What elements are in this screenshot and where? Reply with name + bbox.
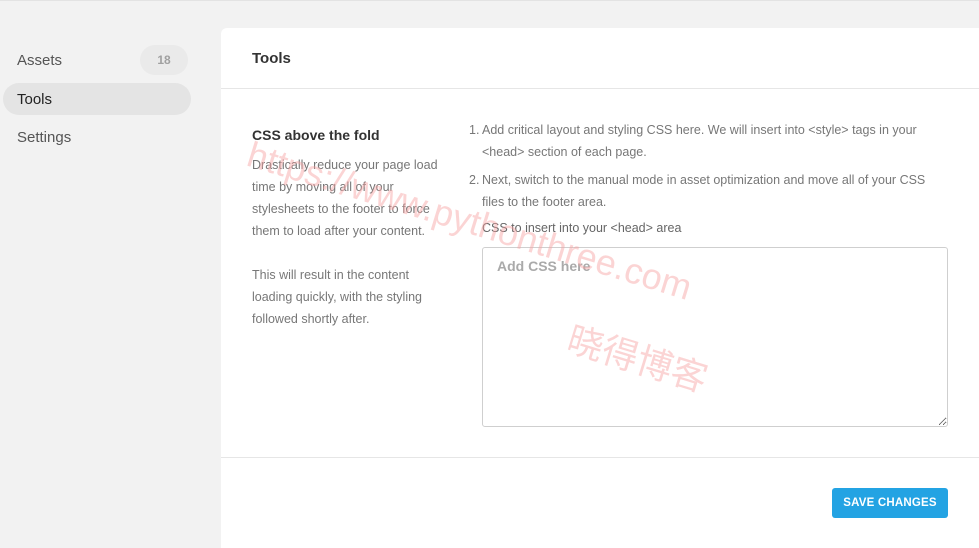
assets-count-badge: 18	[140, 45, 188, 75]
save-changes-button[interactable]: SAVE CHANGES	[832, 488, 948, 518]
step-number: 2.	[469, 173, 480, 187]
sidebar-item-settings[interactable]: Settings	[3, 121, 191, 153]
section-description: Drastically reduce your page load time b…	[252, 158, 438, 238]
sidebar-item-label: Tools	[17, 90, 53, 108]
list-item: 2. Next, switch to the manual mode in as…	[469, 169, 929, 213]
list-item: 1. Add critical layout and styling CSS h…	[469, 119, 929, 163]
css-input[interactable]	[482, 247, 948, 427]
section-title: CSS above the fold	[252, 127, 380, 143]
sidebar-item-label: Settings	[17, 128, 72, 146]
step-text: Add critical layout and styling CSS here…	[482, 123, 917, 159]
sidebar: Assets 18 Tools Settings	[0, 0, 210, 548]
page-title: Tools	[252, 50, 291, 67]
sidebar-item-label: Assets	[17, 51, 63, 69]
sidebar-item-assets[interactable]: Assets 18	[3, 44, 191, 76]
tools-panel: Tools CSS above the fold Drastically red…	[221, 28, 979, 548]
step-number: 1.	[469, 123, 480, 137]
instructions-list: 1. Add critical layout and styling CSS h…	[469, 119, 929, 219]
css-field-label: CSS to insert into your <head> area	[482, 221, 682, 235]
section-description-note: This will result in the content loading …	[252, 268, 422, 326]
sidebar-item-tools[interactable]: Tools	[3, 83, 191, 115]
step-text: Next, switch to the manual mode in asset…	[482, 173, 926, 209]
footer-divider	[221, 457, 979, 458]
panel-header: Tools	[221, 28, 979, 89]
